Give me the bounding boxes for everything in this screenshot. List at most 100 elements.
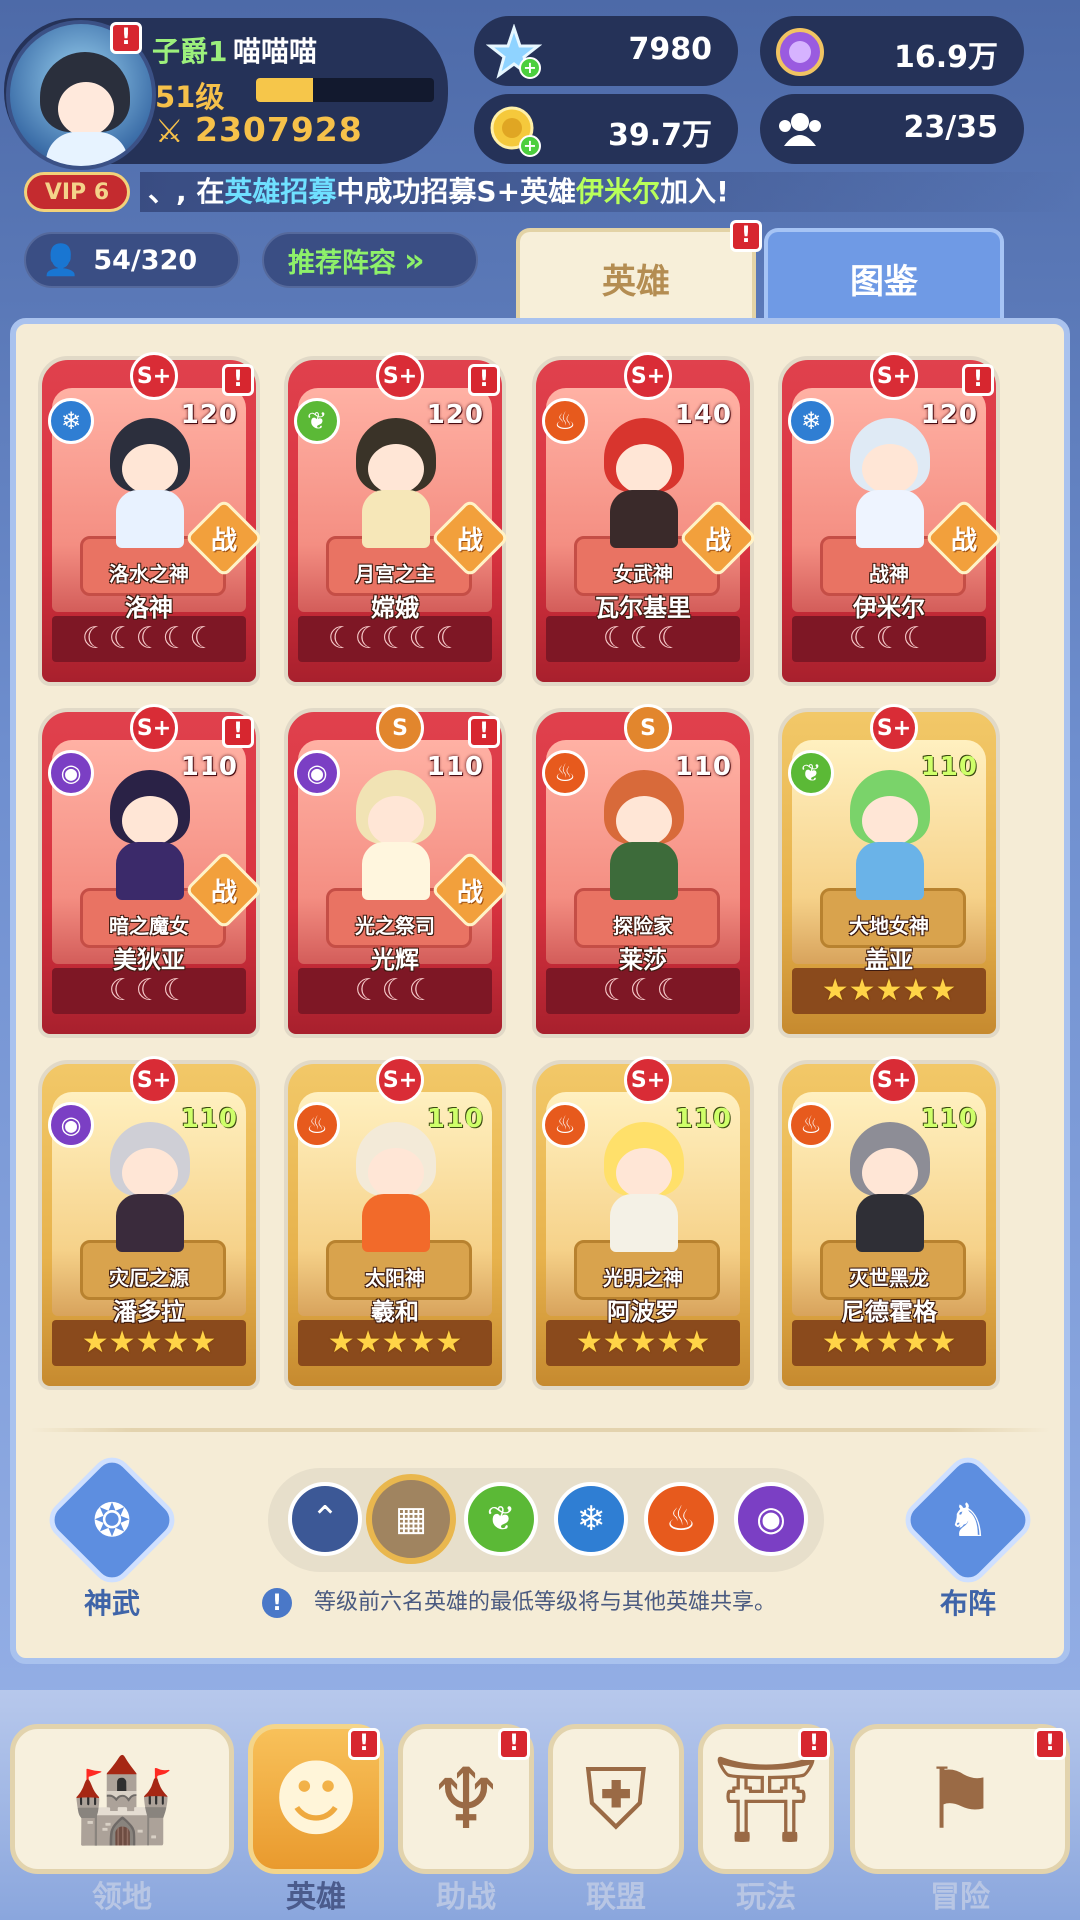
gold-coin-plus-icon[interactable]: + <box>484 100 544 160</box>
nature-filter-icon[interactable]: ❦ <box>464 1482 538 1556</box>
hero-grade-badge: S+ <box>870 704 918 752</box>
in-battle-label: 战 <box>210 877 237 908</box>
fire-filter-icon[interactable]: ♨ <box>644 1482 718 1556</box>
hero-sprite <box>588 1122 700 1252</box>
dark-element-icon: ◉ <box>294 750 340 796</box>
fire-element-icon: ♨ <box>542 398 588 444</box>
news-hero: 伊米尔 <box>576 175 661 208</box>
sort-up-filter-icon[interactable]: ⌃ <box>288 1482 362 1556</box>
hero-sprite <box>340 418 452 548</box>
ice-element-icon: ❄ <box>788 398 834 444</box>
hero-title: 灾厄之源 <box>109 1266 189 1290</box>
nav-castle-button[interactable]: 🏰 <box>10 1724 234 1874</box>
tab-heroes[interactable]: 英雄 <box>516 228 756 324</box>
hero-sprite <box>340 770 452 900</box>
purple-gem-resource[interactable]: 16.9万 <box>760 16 1024 86</box>
svg-text:+: + <box>523 136 536 155</box>
level-share-hint: 等级前六名英雄的最低等级将与其他英雄共享。 <box>314 1590 777 1615</box>
hero-card[interactable]: S+ ❦ 120 月宫之主 嫦娥 ☾☾☾☾☾ 战! <box>284 352 510 686</box>
hero-sprite <box>834 418 946 548</box>
hero-rating: ☾☾☾☾☾ <box>327 621 463 656</box>
hero-rating: ★★★★★ <box>821 1325 957 1360</box>
fire-element-icon: ♨ <box>294 1102 340 1148</box>
nav-alliance-button[interactable]: ⛨ <box>548 1724 684 1874</box>
hero-rating: ☾☾☾☾☾ <box>81 621 217 656</box>
player-rank: 子爵1 <box>152 35 228 68</box>
hero-level: 110 <box>920 1104 978 1134</box>
news-event: 英雄招募 <box>224 175 337 208</box>
nav-alert-icon: ! <box>348 1728 380 1760</box>
hero-alert-icon: ! <box>222 364 254 396</box>
hero-title: 探险家 <box>613 914 673 938</box>
hero-sprite <box>834 1122 946 1252</box>
nav-alert-icon: ! <box>1034 1728 1066 1760</box>
in-battle-label: 战 <box>456 525 483 556</box>
hero-level: 110 <box>180 1104 238 1134</box>
dark-filter-icon[interactable]: ◉ <box>734 1482 808 1556</box>
hero-title: 大地女神 <box>849 914 929 938</box>
diamond-plus-icon[interactable]: + <box>484 22 544 82</box>
dark-element-icon: ◉ <box>48 1102 94 1148</box>
members-icon <box>770 100 830 160</box>
recommend-team-button[interactable]: 推荐阵容 » <box>262 232 478 288</box>
avatar-alert-icon: ! <box>110 22 142 54</box>
hero-alert-icon: ! <box>468 364 500 396</box>
divine-weapon-label: 神武 <box>83 1587 140 1620</box>
hero-card[interactable]: S+ ♨ 110 太阳神 羲和 ★★★★★ <box>284 1056 506 1390</box>
news-middle: 中成功招募S+英雄 <box>336 175 577 208</box>
hero-grade-badge: S+ <box>376 352 424 400</box>
hero-level: 110 <box>674 1104 732 1134</box>
exp-bar-fill <box>256 78 313 102</box>
angel-wings-icon: ❂ <box>92 1493 132 1547</box>
hero-title: 光明之神 <box>603 1266 683 1290</box>
tab-atlas[interactable]: 图鉴 <box>764 228 1004 324</box>
hero-card[interactable]: S+ ◉ 110 暗之魔女 美狄亚 ☾☾☾ 战! <box>38 704 264 1038</box>
exp-bar <box>256 78 434 102</box>
nav-alert-icon: ! <box>498 1728 530 1760</box>
hero-grade-badge: S+ <box>130 352 178 400</box>
hero-card[interactable]: S+ ❦ 110 大地女神 盖亚 ★★★★★ <box>778 704 1000 1038</box>
in-battle-label: 战 <box>704 525 731 556</box>
nav-label: 玩法 <box>736 1880 796 1915</box>
hero-sprite <box>834 770 946 900</box>
all-filter-icon[interactable]: ▦ <box>366 1474 456 1564</box>
combat-power-value: 2307928 <box>195 110 363 149</box>
hero-card[interactable]: S+ ♨ 140 女武神 瓦尔基里 ☾☾☾ 战 <box>532 352 758 686</box>
info-icon: ! <box>262 1588 292 1618</box>
hero-alert-icon: ! <box>962 364 994 396</box>
gold-resource[interactable]: + 39.7万 <box>474 94 738 164</box>
hero-card[interactable]: S+ ♨ 110 灭世黑龙 尼德霍格 ★★★★★ <box>778 1056 1000 1390</box>
hero-grade-badge: S+ <box>130 704 178 752</box>
news-ticker: 、, 在英雄招募中成功招募S+英雄伊米尔加入! <box>140 172 1080 212</box>
nature-element-icon: ❦ <box>294 398 340 444</box>
members-resource[interactable]: 23/35 <box>760 94 1024 164</box>
hero-sprite <box>588 770 700 900</box>
hero-sprite <box>94 418 206 548</box>
fire-element-icon: ♨ <box>788 1102 834 1148</box>
hero-rating: ★★★★★ <box>821 973 957 1008</box>
diamond-resource[interactable]: + 7980 <box>474 16 738 86</box>
double-chevron-right-icon: » <box>404 241 425 279</box>
ice-filter-icon[interactable]: ❄ <box>554 1482 628 1556</box>
gold-count: 39.7万 <box>607 118 712 153</box>
hero-rating: ☾☾☾ <box>602 973 684 1008</box>
tab-heroes-alert-icon: ! <box>730 220 762 252</box>
hero-card[interactable]: S+ ❄ 120 洛水之神 洛神 ☾☾☾☾☾ 战! <box>38 352 264 686</box>
hero-card[interactable]: S+ ◉ 110 灾厄之源 潘多拉 ★★★★★ <box>38 1056 260 1390</box>
dark-element-icon: ◉ <box>48 750 94 796</box>
formation-label: 布阵 <box>939 1587 996 1620</box>
hero-card[interactable]: S+ ❄ 120 战神 伊米尔 ☾☾☾ 战! <box>778 352 1004 686</box>
diamond-count: 7980 <box>628 32 713 67</box>
nav-alert-icon: ! <box>798 1728 830 1760</box>
hero-rating: ★★★★★ <box>575 1325 711 1360</box>
chess-knight-icon: ♞ <box>947 1493 989 1547</box>
hero-sprite <box>94 1122 206 1252</box>
hero-card[interactable]: S ◉ 110 光之祭司 光辉 ☾☾☾ 战! <box>284 704 510 1038</box>
vip-badge[interactable]: VIP 6 <box>24 172 130 212</box>
fire-element-icon: ♨ <box>542 1102 588 1148</box>
hero-level: 140 <box>674 400 732 430</box>
hero-level: 120 <box>426 400 484 430</box>
ice-element-icon: ❄ <box>48 398 94 444</box>
hero-card[interactable]: S ♨ 110 探险家 莱莎 ☾☾☾ <box>532 704 754 1038</box>
hero-card[interactable]: S+ ♨ 110 光明之神 阿波罗 ★★★★★ <box>532 1056 754 1390</box>
